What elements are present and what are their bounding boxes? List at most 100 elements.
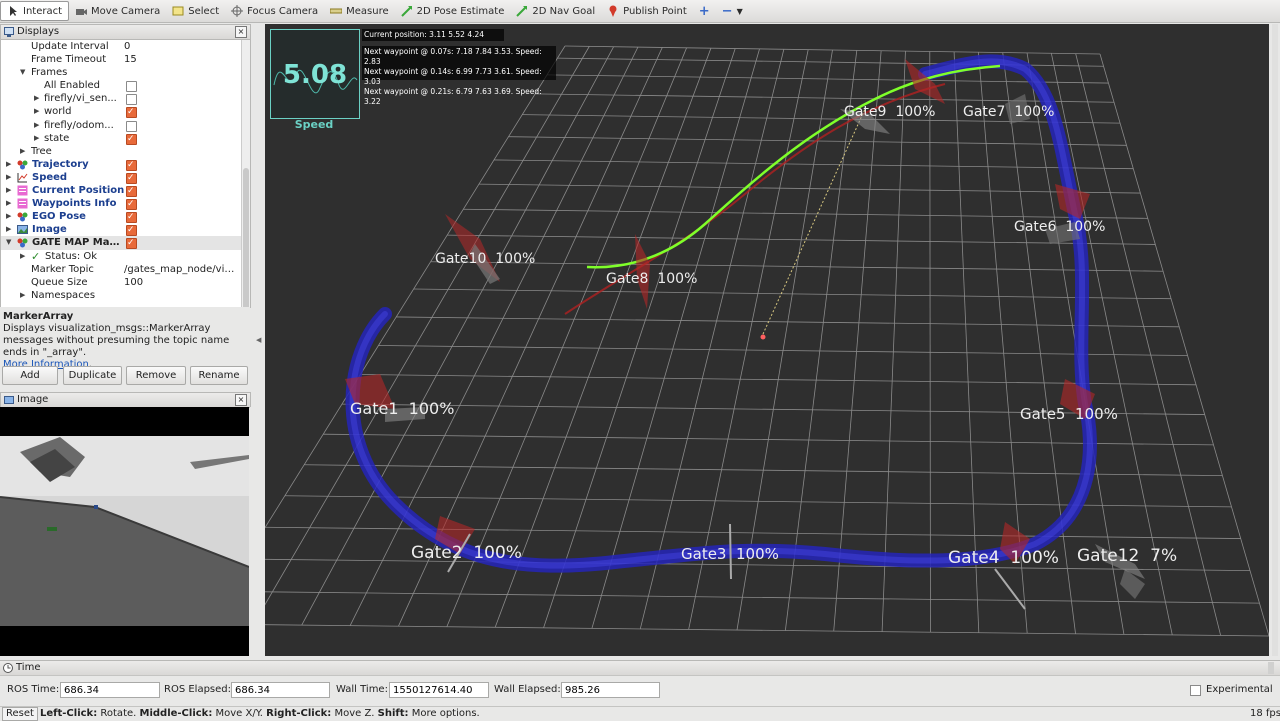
grid-line	[378, 345, 1188, 356]
ros-elapsed-field: ROS Elapsed:	[164, 682, 330, 698]
marker-display-icon	[17, 237, 28, 248]
mouse-help-text: Left-Click: Rotate. Middle-Click: Move X…	[40, 708, 480, 719]
scrollbar-thumb[interactable]	[243, 168, 249, 318]
display-row-frames[interactable]: ▼ Frames	[1, 66, 241, 79]
expand-right-icon[interactable]: ▶	[20, 145, 25, 158]
display-row-frame-odom[interactable]: ▶ firefly/odom...	[1, 119, 241, 132]
checkbox[interactable]	[126, 120, 137, 132]
expand-right-icon[interactable]: ▶	[6, 184, 11, 197]
expand-right-icon[interactable]: ▶	[6, 171, 11, 184]
expand-right-icon[interactable]: ▶	[34, 105, 39, 118]
display-row-waypoints-info[interactable]: ▶ Waypoints Info	[1, 197, 241, 211]
reset-button[interactable]: Reset	[2, 707, 38, 721]
time-panel-scroll[interactable]	[1268, 662, 1274, 674]
display-row-current-position[interactable]: ▶ Current Position	[1, 184, 241, 198]
display-row-gate-map[interactable]: ▼ GATE MAP Mar...	[1, 236, 241, 250]
expand-right-icon[interactable]: ▶	[34, 92, 39, 105]
expand-right-icon[interactable]: ▶	[6, 158, 11, 171]
right-edge-splitter[interactable]	[1272, 24, 1278, 656]
display-row-update-interval[interactable]: Update Interval 0	[1, 40, 241, 53]
property-name: state	[44, 132, 70, 144]
move-camera-tool-button[interactable]: Move Camera	[69, 1, 166, 21]
display-row-ego-pose[interactable]: ▶ EGO Pose	[1, 210, 241, 224]
display-row-image[interactable]: ▶ Image	[1, 223, 241, 237]
expand-right-icon[interactable]: ▶	[20, 289, 25, 302]
property-value[interactable]: 15	[124, 53, 239, 66]
remove-tool-button[interactable]: − ▼	[716, 1, 749, 21]
checkbox-checked[interactable]	[126, 211, 137, 224]
display-row-frame-world[interactable]: ▶ world	[1, 105, 241, 119]
ros-time-input[interactable]	[60, 682, 160, 698]
grid-line	[535, 93, 1115, 103]
measure-tool-button[interactable]: Measure	[324, 1, 395, 21]
expand-down-icon[interactable]: ▼	[20, 66, 25, 79]
display-row-namespaces[interactable]: ▶ Namespaces	[1, 289, 241, 302]
grid-line	[478, 183, 1141, 194]
checkbox-checked[interactable]	[126, 172, 137, 185]
duplicate-button[interactable]: Duplicate	[63, 366, 122, 385]
checkbox-checked[interactable]	[126, 159, 137, 172]
expand-down-icon[interactable]: ▼	[6, 236, 11, 249]
displays-scrollbar[interactable]	[241, 40, 250, 323]
display-row-frame-vi-sensor[interactable]: ▶ firefly/vi_sen...	[1, 92, 241, 106]
map-pin-icon	[607, 5, 619, 17]
checkbox-checked[interactable]	[126, 198, 137, 211]
monitor-icon	[4, 27, 14, 37]
checkbox-checked[interactable]	[126, 237, 137, 250]
3d-viewport[interactable]: 5.08 Speed Current position: 3.11 5.52 4…	[265, 24, 1269, 656]
display-name: Image	[32, 224, 67, 236]
ros-elapsed-input[interactable]	[231, 682, 330, 698]
add-button[interactable]: Add	[2, 366, 58, 385]
property-value[interactable]: /gates_map_node/vis...	[124, 263, 239, 276]
displays-tree: Update Interval 0 Frame Timeout 15 ▼ Fra…	[1, 40, 241, 302]
display-row-status[interactable]: ▶ ✓ Status: Ok	[1, 250, 241, 263]
pose-estimate-tool-button[interactable]: 2D Pose Estimate	[395, 1, 511, 21]
panel-splitter-icon[interactable]: ◀	[256, 336, 261, 344]
focus-camera-tool-button[interactable]: Focus Camera	[225, 1, 324, 21]
nav-goal-tool-button[interactable]: 2D Nav Goal	[510, 1, 601, 21]
status-text: Status: Ok	[45, 250, 98, 262]
select-tool-button[interactable]: Select	[166, 1, 225, 21]
display-row-queue-size[interactable]: Queue Size 100	[1, 276, 241, 289]
checkbox[interactable]	[126, 94, 137, 106]
expand-right-icon[interactable]: ▶	[6, 210, 11, 223]
close-icon[interactable]: ×	[235, 394, 247, 406]
expand-right-icon[interactable]: ▶	[6, 223, 11, 236]
wall-time-input[interactable]	[389, 682, 489, 698]
grid-line	[413, 288, 1172, 300]
display-row-all-enabled[interactable]: All Enabled	[1, 79, 241, 93]
display-row-frame-state[interactable]: ▶ state	[1, 132, 241, 146]
close-icon[interactable]: ×	[235, 26, 247, 38]
expand-right-icon[interactable]: ▶	[34, 132, 39, 145]
wall-elapsed-input[interactable]	[561, 682, 660, 698]
display-row-frame-timeout[interactable]: Frame Timeout 15	[1, 53, 241, 66]
rename-button[interactable]: Rename	[190, 366, 248, 385]
experimental-checkbox[interactable]	[1190, 685, 1201, 696]
display-row-trajectory[interactable]: ▶ Trajectory	[1, 158, 241, 172]
property-value[interactable]: 0	[124, 40, 239, 53]
main-toolbar: Interact Move Camera Select Focus Camera…	[0, 0, 1280, 23]
checkbox-checked[interactable]	[126, 106, 137, 119]
interact-tool-button[interactable]: Interact	[0, 1, 70, 21]
remove-button[interactable]: Remove	[126, 366, 186, 385]
display-row-speed[interactable]: ▶ Speed	[1, 171, 241, 185]
wall-time-field: Wall Time:	[336, 682, 489, 698]
fps-counter: 18 fps	[1250, 708, 1280, 719]
grid-line	[543, 48, 736, 628]
expand-right-icon[interactable]: ▶	[34, 119, 39, 132]
display-row-marker-topic[interactable]: Marker Topic /gates_map_node/vis...	[1, 263, 241, 276]
display-row-tree[interactable]: ▶ Tree	[1, 145, 241, 158]
checkbox-checked[interactable]	[126, 185, 137, 198]
gate-label-2: Gate2 100%	[411, 543, 522, 563]
expand-right-icon[interactable]: ▶	[20, 250, 25, 263]
property-value[interactable]: 100	[124, 276, 239, 289]
grid-line	[396, 316, 1180, 328]
checkbox-checked[interactable]	[126, 133, 137, 146]
checkbox-checked[interactable]	[126, 224, 137, 237]
description-title: MarkerArray	[3, 311, 74, 322]
checkbox[interactable]	[126, 81, 137, 93]
displays-panel-header: Displays ×	[1, 25, 250, 40]
publish-point-tool-button[interactable]: Publish Point	[601, 1, 693, 21]
add-tool-button[interactable]: +	[693, 1, 716, 21]
expand-right-icon[interactable]: ▶	[6, 197, 11, 210]
